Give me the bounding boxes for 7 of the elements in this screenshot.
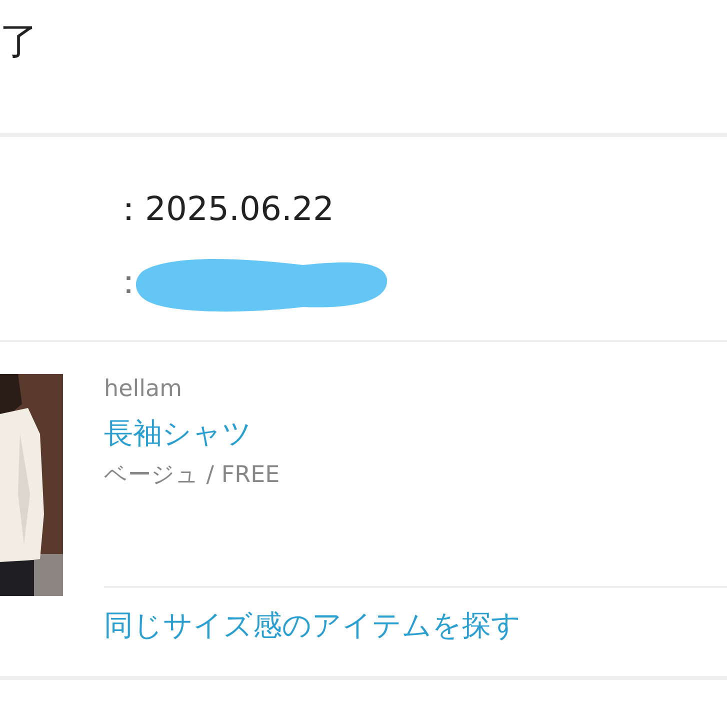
order-date: ：2025.06.22 [112,188,335,230]
product-variant: ベージュ / FREE [104,461,281,490]
product-name[interactable]: 長袖シャツ [104,414,727,452]
find-similar-size-link[interactable]: 同じサイズ感のアイテムを探す [104,606,727,644]
brand-name: hellam [104,375,184,404]
page-title: 了 [0,22,38,60]
label-colon: ： [112,261,145,303]
